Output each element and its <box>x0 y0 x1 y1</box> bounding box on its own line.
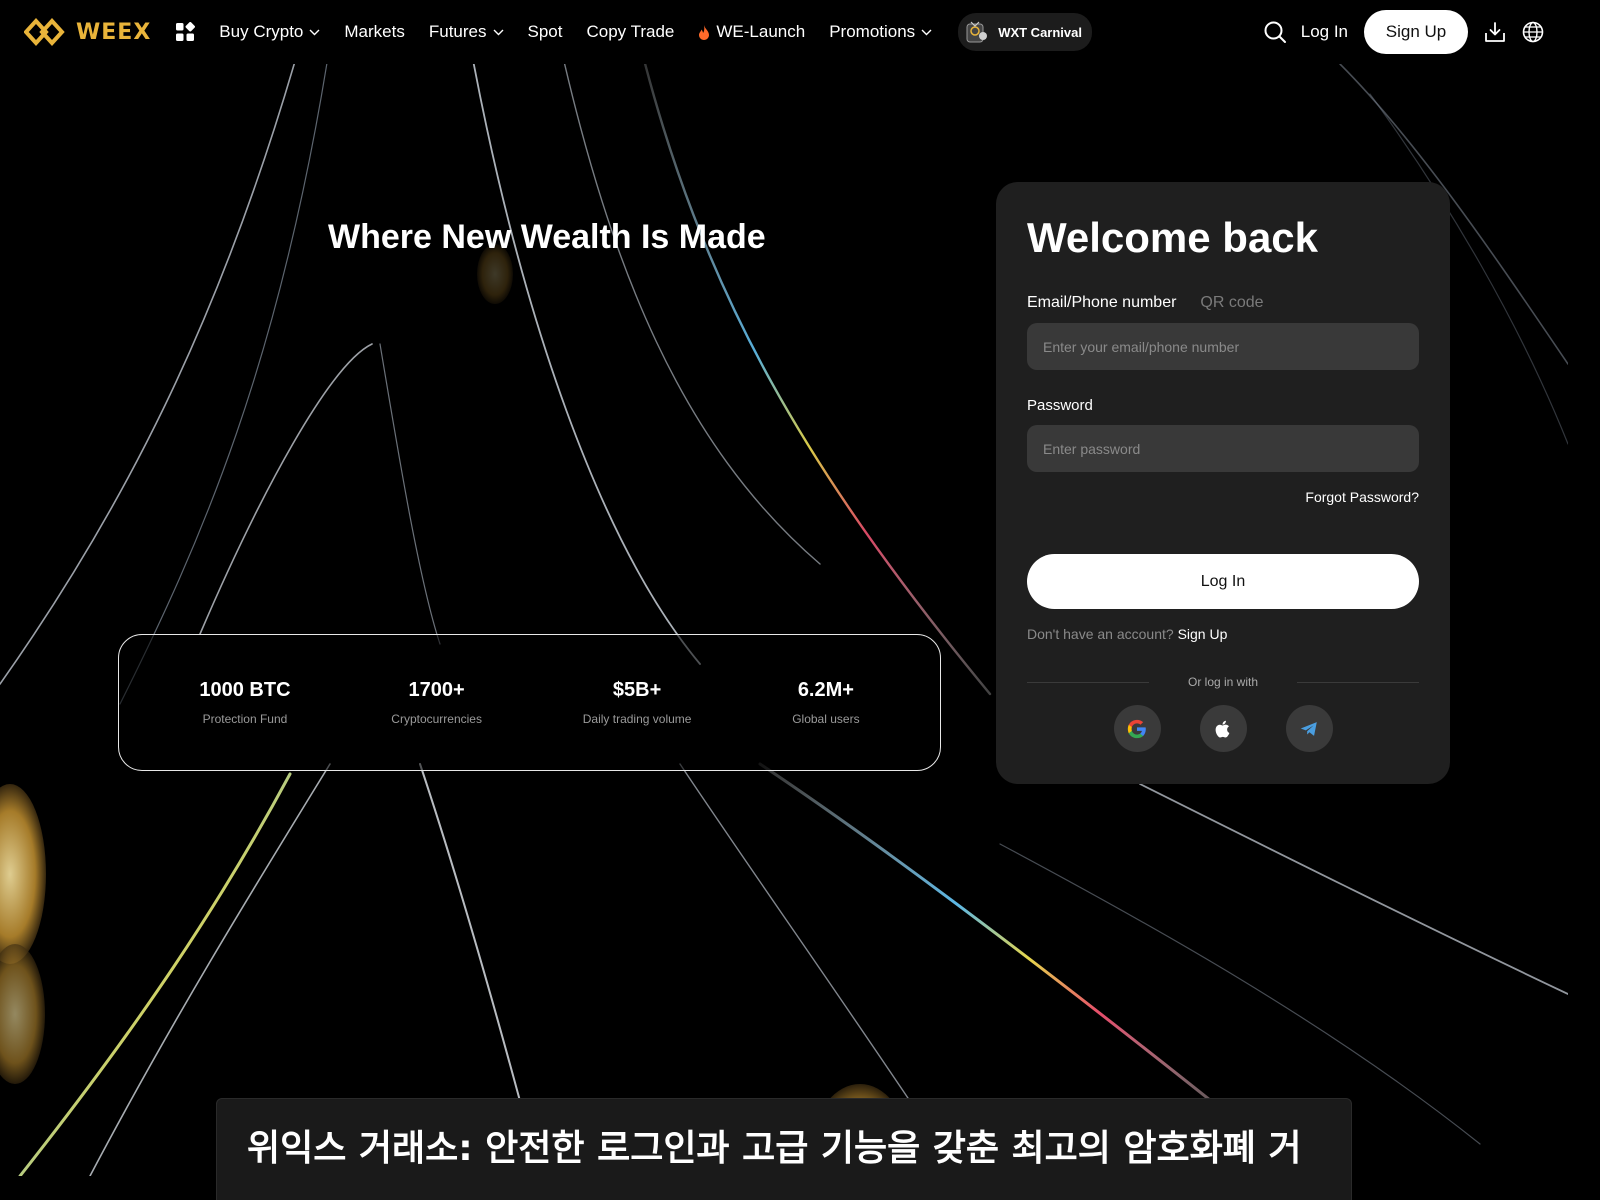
hero-headline: Where New Wealth Is Made <box>328 218 766 256</box>
stat-value: 6.2M+ <box>797 679 854 701</box>
article-card: 위익스 거래소: 안전한 로그인과 고급 기능을 갖춘 최고의 암호화폐 거 <box>216 1098 1352 1200</box>
social-login-group <box>996 705 1450 752</box>
globe-icon[interactable] <box>1522 21 1544 43</box>
tab-qr-code[interactable]: QR code <box>1200 294 1263 312</box>
nav-copy-trade[interactable]: Copy Trade <box>586 22 674 42</box>
tab-email-phone[interactable]: Email/Phone number <box>1027 294 1176 312</box>
nav-we-launch[interactable]: WE-Launch <box>698 22 805 42</box>
wxt-carnival-badge[interactable]: WXT Carnival <box>958 13 1092 51</box>
top-navbar: WEEX Buy Crypto Markets Futures Spot Cop… <box>0 0 1568 64</box>
stat-label: Cryptocurrencies <box>391 712 482 726</box>
login-card: Welcome back Email/Phone number QR code … <box>996 182 1450 784</box>
carnival-label: WXT Carnival <box>998 24 1082 40</box>
signup-link[interactable]: Sign Up <box>1178 626 1228 642</box>
login-method-tabs: Email/Phone number QR code <box>1027 294 1264 312</box>
stat-value: $5B+ <box>612 679 662 701</box>
stat-label: Daily trading volume <box>582 712 692 726</box>
no-account-text: Don't have an account? <box>1027 626 1174 642</box>
nav-futures[interactable]: Futures <box>429 22 504 42</box>
brand-name: WEEX <box>76 19 152 45</box>
signup-prompt: Don't have an account? Sign Up <box>1027 626 1227 642</box>
apps-grid-icon[interactable] <box>175 22 196 42</box>
stat-protection-fund: 1000 BTC Protection Fund <box>199 679 290 726</box>
google-icon <box>1127 719 1146 738</box>
login-button[interactable]: Log In <box>1027 554 1419 609</box>
chevron-down-icon <box>309 29 320 35</box>
stat-daily-volume: $5B+ Daily trading volume <box>583 679 692 726</box>
brand-logo[interactable]: WEEX <box>24 18 151 46</box>
stats-panel: 1000 BTC Protection Fund 1700+ Cryptocur… <box>118 634 941 771</box>
nav-spot-label: Spot <box>527 22 563 41</box>
nav-futures-label: Futures <box>428 22 487 41</box>
carnival-icon <box>966 21 988 43</box>
apple-icon <box>1215 720 1230 738</box>
stat-value: 1700+ <box>408 679 465 701</box>
stat-global-users: 6.2M+ Global users <box>792 679 859 726</box>
nav-markets[interactable]: Markets <box>344 22 404 42</box>
flame-icon <box>699 24 710 40</box>
chevron-down-icon <box>921 29 932 35</box>
nav-promotions-label: Promotions <box>829 22 916 41</box>
password-label: Password <box>1027 397 1093 414</box>
nav-login-link[interactable]: Log In <box>1301 22 1348 42</box>
password-input[interactable] <box>1027 425 1419 472</box>
nav-copy-trade-label: Copy Trade <box>586 22 675 41</box>
telegram-icon <box>1300 721 1317 736</box>
apple-login-button[interactable] <box>1199 705 1247 752</box>
download-icon[interactable] <box>1484 21 1506 43</box>
email-phone-input[interactable] <box>1027 323 1419 370</box>
google-login-button[interactable] <box>1113 705 1161 752</box>
chevron-down-icon <box>493 29 503 35</box>
forgot-password-link[interactable]: Forgot Password? <box>1305 489 1419 505</box>
nav-we-launch-label: WE-Launch <box>716 22 806 41</box>
stat-value: 1000 BTC <box>199 679 291 701</box>
login-title: Welcome back <box>1027 214 1319 261</box>
article-title: 위익스 거래소: 안전한 로그인과 고급 기능을 갖춘 최고의 암호화폐 거 <box>247 1128 1302 1169</box>
nav-buy-crypto-label: Buy Crypto <box>219 22 304 41</box>
nav-promotions[interactable]: Promotions <box>829 22 932 42</box>
divider-right <box>1297 682 1419 683</box>
stat-cryptocurrencies: 1700+ Cryptocurrencies <box>391 679 482 726</box>
nav-spot[interactable]: Spot <box>528 22 563 42</box>
stat-label: Global users <box>792 712 860 726</box>
search-icon[interactable] <box>1263 20 1287 44</box>
telegram-login-button[interactable] <box>1285 705 1333 752</box>
weex-logo-icon <box>24 18 65 46</box>
nav-right-group: Log In Sign Up <box>1263 10 1544 54</box>
stat-label: Protection Fund <box>202 712 288 726</box>
nav-buy-crypto[interactable]: Buy Crypto <box>219 22 320 42</box>
nav-signup-button[interactable]: Sign Up <box>1364 10 1468 54</box>
nav-markets-label: Markets <box>344 22 405 41</box>
